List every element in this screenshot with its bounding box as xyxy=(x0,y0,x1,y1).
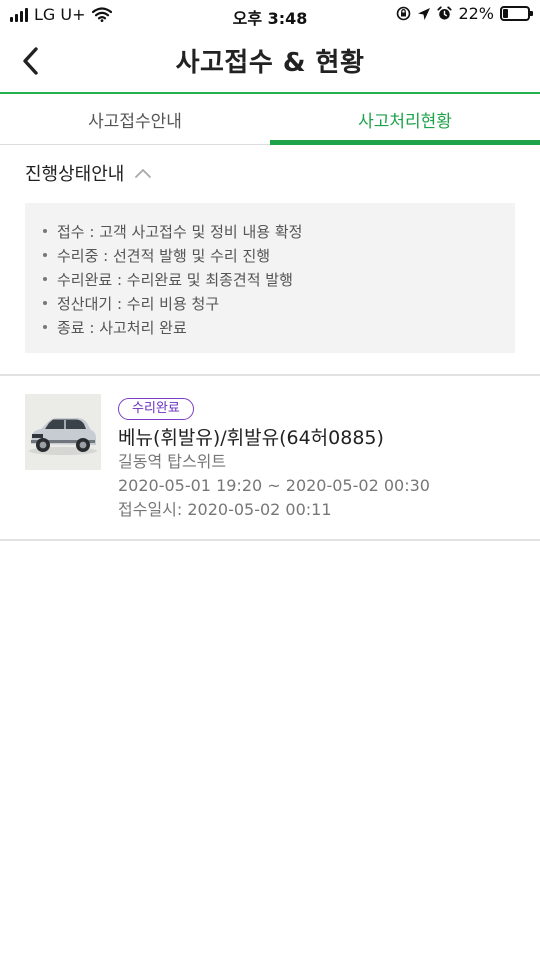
battery-fill xyxy=(503,9,508,18)
guide-item-text: 정산대기 : 수리 비용 청구 xyxy=(57,294,220,313)
accident-period: 2020-05-01 19:20 ~ 2020-05-02 00:30 xyxy=(118,476,430,495)
alarm-icon xyxy=(437,6,453,20)
car-image-icon xyxy=(25,394,101,470)
header: 사고접수 & 현황 xyxy=(0,30,540,92)
bullet-icon xyxy=(43,277,47,281)
rotation-lock-icon xyxy=(397,6,411,21)
battery-icon xyxy=(500,6,533,21)
battery-percent: 22% xyxy=(458,4,494,23)
tab-bar: 사고접수안내 사고처리현황 xyxy=(0,92,540,145)
tab-accident-status[interactable]: 사고처리현황 xyxy=(270,94,540,145)
guide-item: 접수 : 고객 사고접수 및 정비 내용 확정 xyxy=(43,219,497,243)
bullet-icon xyxy=(43,325,47,329)
guide-item: 수리중 : 선견적 발행 및 수리 진행 xyxy=(43,243,497,267)
status-badge: 수리완료 xyxy=(118,398,194,420)
status-right: 22% xyxy=(396,4,533,23)
bullet-icon xyxy=(43,253,47,257)
guide-box: 접수 : 고객 사고접수 및 정비 내용 확정 수리중 : 선견적 발행 및 수… xyxy=(25,203,515,353)
guide-item: 종료 : 사고처리 완료 xyxy=(43,315,497,339)
bullet-icon xyxy=(43,301,47,305)
guide-item-text: 수리완료 : 수리완료 및 최종견적 발행 xyxy=(57,270,293,289)
guide-item: 수리완료 : 수리완료 및 최종견적 발행 xyxy=(43,267,497,291)
chevron-up-icon xyxy=(135,168,152,178)
guide-item-text: 종료 : 사고처리 완료 xyxy=(57,318,187,337)
accident-location: 길동역 탑스위트 xyxy=(118,452,227,471)
guide-item-text: 접수 : 고객 사고접수 및 정비 내용 확정 xyxy=(57,222,303,241)
guide-toggle[interactable]: 진행상태안내 xyxy=(25,160,152,186)
guide-item: 정산대기 : 수리 비용 청구 xyxy=(43,291,497,315)
received-datetime: 접수일시: 2020-05-02 00:11 xyxy=(118,500,332,519)
accident-list-item[interactable]: 수리완료 베뉴(휘발유)/휘발유(64허0885) 길동역 탑스위트 2020-… xyxy=(0,376,540,539)
car-thumbnail xyxy=(25,394,101,470)
bullet-icon xyxy=(43,229,47,233)
tab-accident-guide[interactable]: 사고접수안내 xyxy=(0,94,270,144)
car-name: 베뉴(휘발유)/휘발유(64허0885) xyxy=(118,427,384,449)
status-bar: LG U+ 오후 3:48 22% xyxy=(0,0,540,30)
guide-title: 진행상태안내 xyxy=(25,164,125,185)
page-title: 사고접수 & 현황 xyxy=(175,48,365,78)
divider xyxy=(0,539,540,541)
accident-info: 수리완료 베뉴(휘발유)/휘발유(64허0885) 길동역 탑스위트 2020-… xyxy=(118,397,530,522)
guide-item-text: 수리중 : 선견적 발행 및 수리 진행 xyxy=(57,246,271,265)
location-arrow-icon xyxy=(418,7,431,20)
